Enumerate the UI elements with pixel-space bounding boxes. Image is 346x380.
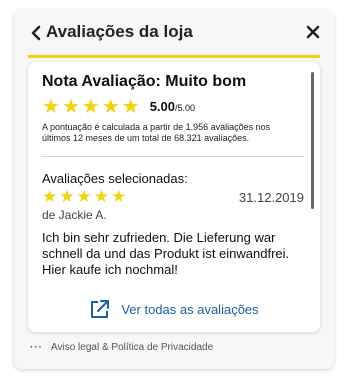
rating-calculation-note: A pontuação é calculada a partir de 1.95… [42,122,271,143]
view-all-reviews-label: Ver todas as avaliações [121,301,259,317]
selected-reviews-title: Avaliações selecionadas: [42,171,188,186]
review-text: Ich bin sehr zufrieden. Die Lieferung wa… [42,230,290,277]
review-star-rating: ★ ★ ★ ★ ★ [42,186,127,207]
chevron-left-icon[interactable] [29,25,43,41]
rating-summary: ★ ★ ★ ★ ★ 5.00/5.00 [42,96,304,116]
legal-link[interactable]: ··· Aviso legal & Política de Privacidad… [30,342,213,353]
reviews-scroll-area[interactable]: Nota Avaliação: Muito bom ★ ★ ★ ★ ★ 5.00… [42,72,304,278]
star-icon: ★ [42,94,60,118]
reviews-panel: Avaliações da loja Nota Avaliação: Muito… [14,10,334,369]
star-rating: ★ ★ ★ ★ ★ [42,96,140,116]
rating-score: 5.00/5.00 [150,99,195,114]
star-icon: ★ [111,186,127,207]
star-icon: ★ [81,94,100,118]
legal-label: Aviso legal & Política de Privacidade [51,342,214,353]
score-max: /5.00 [175,102,196,113]
divider [42,156,304,157]
star-icon: ★ [42,186,58,207]
rating-title: Nota Avaliação: Muito bom [42,73,247,90]
score-value: 5.00 [149,98,175,114]
star-icon: ★ [121,94,140,118]
star-icon: ★ [101,94,120,118]
star-icon: ★ [76,186,92,207]
close-icon[interactable] [306,25,320,39]
star-icon: ★ [61,94,80,118]
star-icon: ★ [59,186,75,207]
page-title: Avaliações da loja [46,22,193,41]
star-icon: ★ [93,186,109,207]
more-dots-icon: ··· [30,342,43,353]
reviews-card: Nota Avaliação: Muito bom ★ ★ ★ ★ ★ 5.00… [28,62,320,332]
review-date: 31.12.2019 [238,189,304,205]
review-author: de Jackie A. [42,208,107,222]
review-header: ★ ★ ★ ★ ★ 31.12.2019 [42,188,304,206]
view-all-reviews-link[interactable]: Ver todas as avaliações [28,286,320,332]
panel-header: Avaliações da loja [28,22,320,58]
scrollbar[interactable] [311,72,314,209]
external-link-icon [91,300,110,318]
